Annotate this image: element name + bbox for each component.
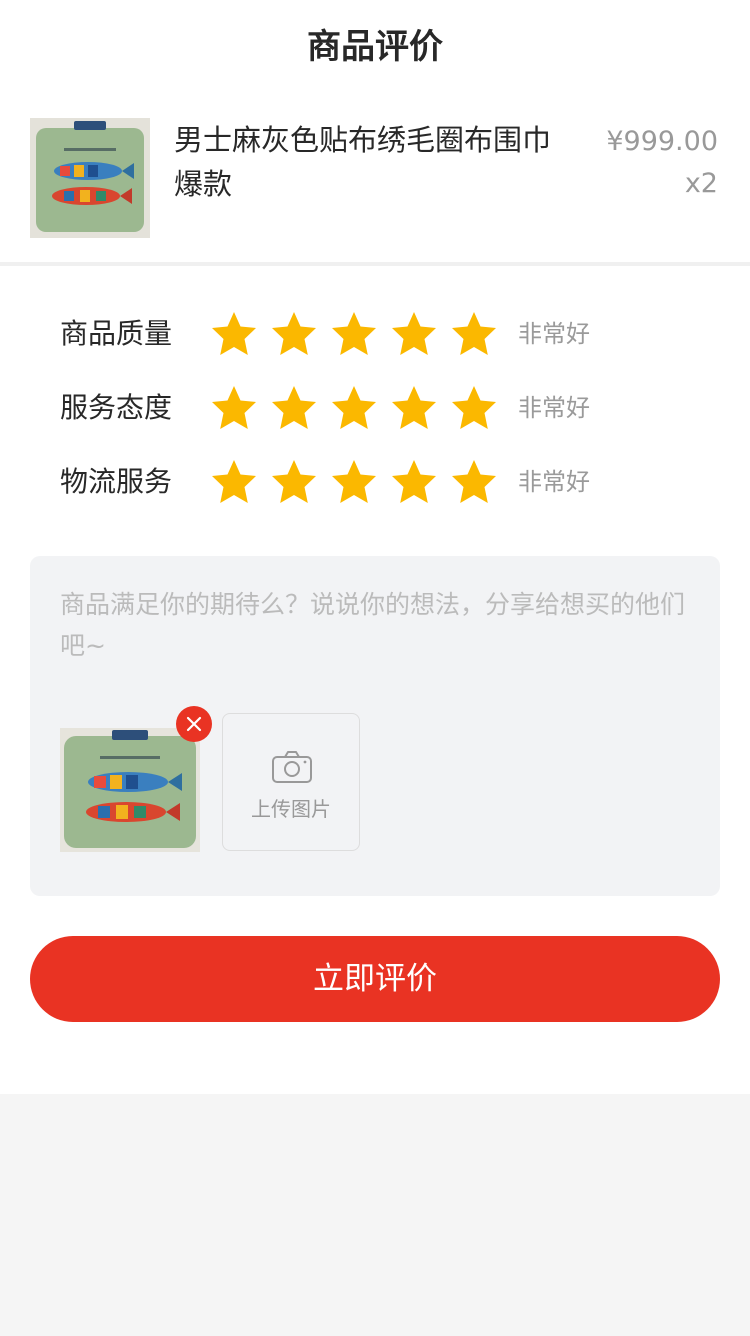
star-icon[interactable] xyxy=(270,310,318,358)
product-quantity: x2 xyxy=(684,168,718,199)
rating-row-quality: 商品质量 非常好 xyxy=(60,306,710,362)
rating-text: 非常好 xyxy=(518,394,590,422)
uploaded-image-thumbnail[interactable] xyxy=(60,728,200,852)
star-icon[interactable] xyxy=(270,384,318,432)
product-price: ¥999.00 xyxy=(606,126,718,157)
rating-text: 非常好 xyxy=(518,320,590,348)
upload-label: 上传图片 xyxy=(251,797,331,821)
page-title: 商品评价 xyxy=(307,27,443,67)
rating-row-service: 服务态度 非常好 xyxy=(60,380,710,436)
star-icon[interactable] xyxy=(390,310,438,358)
rating-row-logistics: 物流服务 非常好 xyxy=(60,454,710,510)
star-icon[interactable] xyxy=(450,310,498,358)
comment-box: 上传图片 xyxy=(30,556,720,896)
star-icon[interactable] xyxy=(270,458,318,506)
close-icon xyxy=(186,716,202,732)
product-name: 男士麻灰色贴布绣毛圈布围巾爆款 xyxy=(174,123,552,201)
star-icon[interactable] xyxy=(390,384,438,432)
content-panel: 商品评价 男士麻灰色贴布绣毛圈布围巾爆款 ¥999.00 x2 商品质量 非常好… xyxy=(0,0,750,1094)
star-icon[interactable] xyxy=(210,384,258,432)
product-image xyxy=(30,118,150,238)
star-icon[interactable] xyxy=(210,458,258,506)
rating-label: 物流服务 xyxy=(60,465,173,498)
star-icon[interactable] xyxy=(450,458,498,506)
rating-label: 商品质量 xyxy=(60,317,173,350)
camera-icon xyxy=(272,751,312,783)
star-icon[interactable] xyxy=(330,384,378,432)
rating-label: 服务态度 xyxy=(60,391,173,424)
star-icon[interactable] xyxy=(450,384,498,432)
comment-input[interactable] xyxy=(60,584,690,674)
submit-review-button[interactable]: 立即评价 xyxy=(30,936,720,1022)
pillow-fish-image xyxy=(60,728,200,852)
star-icon[interactable] xyxy=(330,310,378,358)
section-divider xyxy=(0,262,750,266)
star-icon[interactable] xyxy=(390,458,438,506)
remove-image-button[interactable] xyxy=(176,706,212,742)
upload-image-button[interactable]: 上传图片 xyxy=(222,713,360,851)
star-icon[interactable] xyxy=(210,310,258,358)
pillow-fish-image xyxy=(30,118,150,238)
rating-text: 非常好 xyxy=(518,468,590,496)
star-icon[interactable] xyxy=(330,458,378,506)
